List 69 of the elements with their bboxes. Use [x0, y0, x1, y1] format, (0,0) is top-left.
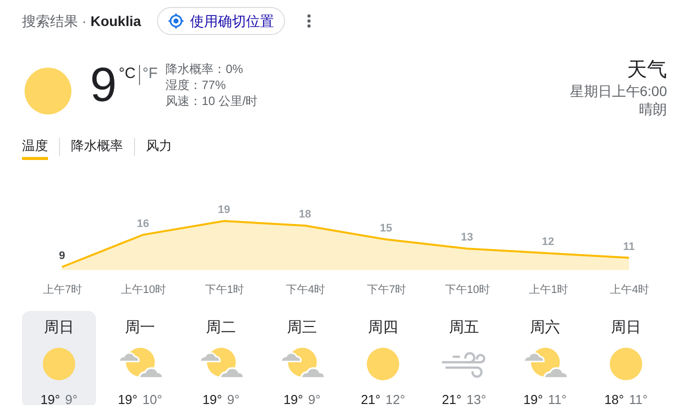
- day-name: 周日: [611, 318, 641, 338]
- weather-title: 天气: [627, 58, 667, 82]
- high-temperature: 19°: [40, 390, 60, 405]
- data-label: 9: [58, 250, 66, 262]
- day-forecast[interactable]: 周日 18° 11°: [589, 310, 663, 405]
- day-forecast[interactable]: 周五 21° 13°: [427, 310, 501, 405]
- breadcrumb-label: 搜索结果 ·: [22, 12, 88, 30]
- high-temperature: 19°: [118, 390, 138, 405]
- day-name: 周日: [44, 318, 74, 338]
- low-temperature: 9°: [308, 390, 321, 405]
- high-temperature: 21°: [442, 390, 462, 405]
- sun-icon: [22, 65, 74, 117]
- axis-label: 下午4时: [286, 283, 326, 298]
- low-temperature: 11°: [548, 390, 567, 405]
- weather-condition: 晴朗: [639, 100, 667, 118]
- low-temperature: 9°: [65, 390, 78, 405]
- day-name: 周五: [449, 318, 479, 338]
- unit-toggle[interactable]: °C: [118, 65, 136, 83]
- more-options-icon[interactable]: [307, 14, 312, 28]
- weather-detail: 风速：10 公里/时: [166, 93, 258, 109]
- sun-icon: [365, 346, 401, 382]
- day-name: 周二: [206, 318, 236, 338]
- low-temperature: 13°: [466, 390, 486, 405]
- sun-icon: [608, 346, 644, 382]
- data-label: 19: [218, 204, 230, 216]
- axis-label: 上午10时: [120, 283, 166, 298]
- day-forecast[interactable]: 周日 19° 9°: [22, 310, 96, 405]
- day-name: 周六: [530, 318, 560, 338]
- day-forecast[interactable]: 周四 21° 12°: [346, 310, 420, 405]
- low-temperature: 12°: [386, 390, 406, 405]
- precise-location-button[interactable]: 使用确切位置: [157, 7, 286, 35]
- current-temperature: 9: [90, 58, 117, 114]
- axis-label: 上午7时: [42, 283, 82, 298]
- sun-icon: [41, 346, 77, 382]
- high-temperature: 21°: [360, 390, 380, 405]
- data-label: 18: [298, 208, 312, 221]
- unit-toggle[interactable]: °F: [142, 65, 158, 83]
- day-name: 周一: [125, 318, 155, 338]
- data-label: 16: [136, 218, 150, 230]
- day-name: 周四: [368, 318, 398, 338]
- weather-time: 星期日上午6:00: [570, 82, 667, 100]
- day-forecast[interactable]: 周二 19° 9°: [184, 310, 258, 405]
- day-forecast[interactable]: 周三 19° 9°: [265, 310, 339, 405]
- data-label: 13: [460, 232, 474, 244]
- weather-detail: 降水概率：0%: [166, 61, 244, 77]
- day-forecast[interactable]: 周六 19° 11°: [508, 310, 582, 405]
- chart-tab[interactable]: 降水概率: [71, 134, 123, 160]
- axis-label: 下午1时: [204, 283, 244, 298]
- axis-label: 下午7时: [366, 283, 406, 298]
- high-temperature: 18°: [604, 390, 624, 405]
- day-forecast[interactable]: 周一 19° 10°: [103, 310, 177, 405]
- day-name: 周三: [287, 318, 317, 338]
- data-label: 12: [542, 236, 554, 248]
- axis-label: 下午10时: [444, 283, 490, 298]
- data-label: 11: [623, 240, 635, 253]
- chart-tab[interactable]: 温度: [22, 134, 48, 160]
- high-temperature: 19°: [202, 390, 222, 405]
- low-temperature: 10°: [142, 390, 162, 405]
- chart-tab[interactable]: 风力: [146, 134, 172, 160]
- weather-detail: 湿度：77%: [166, 77, 227, 93]
- high-temperature: 19°: [523, 390, 543, 405]
- low-temperature: 9°: [227, 390, 240, 405]
- location-name: Kouklia: [90, 12, 142, 30]
- location-target-icon: [168, 13, 184, 29]
- axis-label: 上午1时: [528, 283, 568, 298]
- data-label: 15: [380, 222, 392, 234]
- high-temperature: 19°: [283, 390, 304, 405]
- axis-label: 上午4时: [610, 283, 650, 298]
- low-temperature: 11°: [628, 390, 648, 405]
